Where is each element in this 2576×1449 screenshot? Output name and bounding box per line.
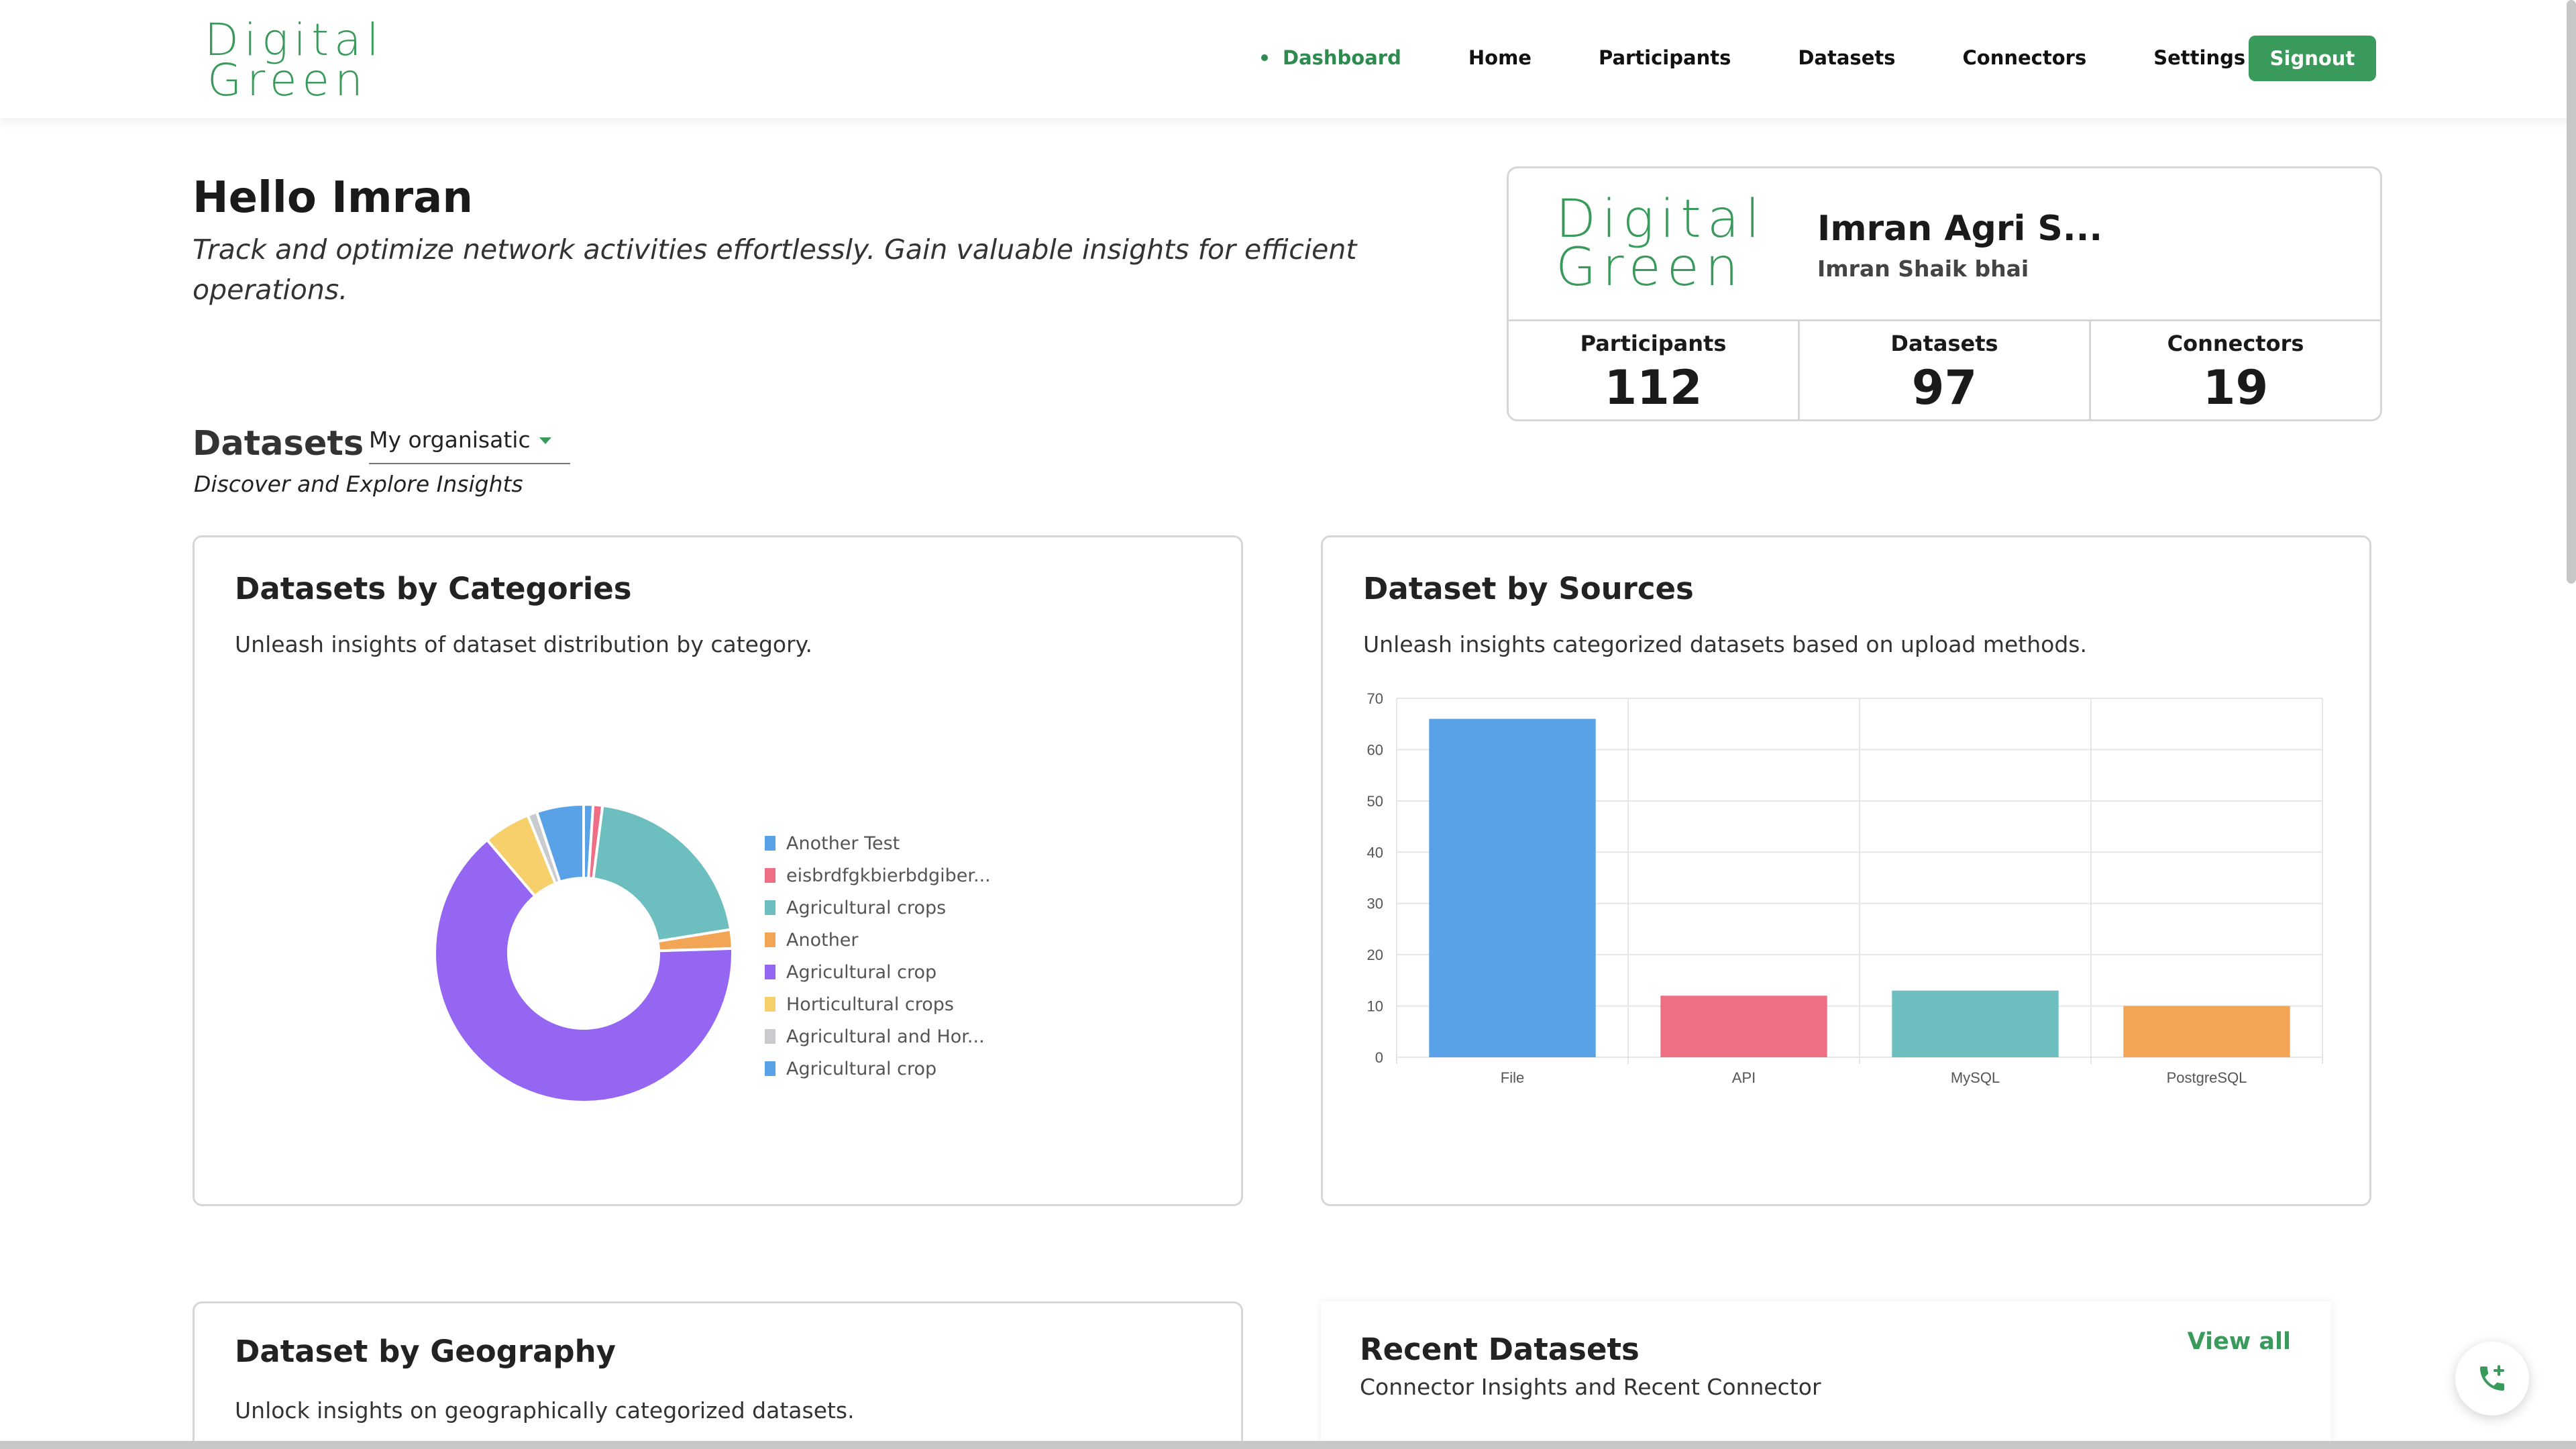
- legend-item[interactable]: eisbrdfgkbierbdgiber...: [765, 859, 991, 892]
- org-stats: Participants 112 Datasets 97 Connectors …: [1509, 319, 2380, 421]
- legend-swatch: [765, 965, 775, 979]
- vertical-scrollbar[interactable]: [2567, 0, 2576, 584]
- select-value: My organisatic: [369, 427, 530, 453]
- nav-settings[interactable]: Settings: [2153, 46, 2245, 69]
- y-tick-label: 40: [1367, 844, 1383, 861]
- horizontal-scrollbar[interactable]: [0, 1441, 2576, 1449]
- brand-logo[interactable]: Digital Green: [205, 18, 419, 106]
- legend-swatch: [765, 868, 775, 883]
- org-logo-line-1: Digital: [1556, 189, 1766, 250]
- stat-datasets: Datasets 97: [1800, 321, 2091, 421]
- card-subtitle: Unleash insights of dataset distribution…: [235, 631, 812, 657]
- bar-postgresql[interactable]: [2123, 1006, 2290, 1057]
- legend-label: Agricultural crop: [786, 961, 937, 983]
- card-subtitle: Unleash insights categorized datasets ba…: [1363, 631, 2087, 657]
- nav-dashboard[interactable]: Dashboard: [1261, 46, 1401, 69]
- categories-legend: Another Test eisbrdfgkbierbdgiber... Agric…: [765, 827, 991, 1085]
- legend-swatch: [765, 836, 775, 851]
- y-tick-label: 10: [1367, 998, 1383, 1015]
- nav-datasets[interactable]: Datasets: [1798, 46, 1895, 69]
- stat-label: Datasets: [1890, 331, 1998, 356]
- datasets-by-categories-card: Datasets by Categories Unleash insights …: [193, 535, 1243, 1206]
- bar-mysql[interactable]: [1892, 990, 2059, 1057]
- legend-item[interactable]: Agricultural crops: [765, 892, 991, 924]
- datasets-section-subtitle: Discover and Explore Insights: [194, 471, 523, 497]
- stat-label: Connectors: [2167, 331, 2304, 356]
- legend-swatch: [765, 1061, 775, 1076]
- organisation-user: Imran Shaik bhai: [1817, 256, 2029, 282]
- sources-bar-chart: 0 10 20 30 40 50 60 70 File API MySQL PostgreSQL: [1367, 690, 2323, 1086]
- organisation-filter-select[interactable]: My organisatic: [369, 427, 570, 464]
- organisation-name: Imran Agri S...: [1817, 209, 2103, 249]
- card-subtitle: Unlock insights on geographically catego…: [235, 1397, 855, 1424]
- page-title: Hello Imran: [193, 173, 473, 223]
- legend-swatch: [765, 1029, 775, 1044]
- page-subtitle: Track and optimize network activities ef…: [193, 233, 1357, 306]
- phone-plus-icon: [2480, 1365, 2504, 1391]
- legend-label: Agricultural crop: [786, 1058, 937, 1079]
- legend-item[interactable]: Agricultural and Hor...: [765, 1020, 991, 1053]
- legend-item[interactable]: Another: [765, 924, 991, 956]
- y-tick-label: 60: [1367, 741, 1383, 758]
- view-all-link[interactable]: View all: [2188, 1328, 2291, 1355]
- y-tick-label: 70: [1367, 690, 1383, 707]
- donut-slice-2[interactable]: [592, 804, 733, 943]
- legend-label: Another: [786, 929, 859, 951]
- legend-swatch: [765, 900, 775, 915]
- stat-value: 112: [1604, 360, 1703, 415]
- y-tick-label: 0: [1375, 1049, 1383, 1066]
- card-title: Recent Datasets: [1360, 1332, 1640, 1367]
- legend-label: Agricultural and Hor...: [786, 1026, 985, 1047]
- stat-value: 19: [2202, 360, 2269, 415]
- categories-donut-chart: [433, 802, 734, 1104]
- legend-label: Horticultural crops: [786, 994, 954, 1015]
- nav-home[interactable]: Home: [1468, 46, 1532, 69]
- nav-connectors[interactable]: Connectors: [1963, 46, 2087, 69]
- legend-label: eisbrdfgkbierbdgiber...: [786, 865, 991, 886]
- dataset-by-geography-card: Dataset by Geography Unlock insights on …: [193, 1301, 1243, 1449]
- legend-item[interactable]: Agricultural crop: [765, 1053, 991, 1085]
- organisation-card: Digital Green Imran Agri S... Imran Shai…: [1507, 166, 2382, 421]
- legend-swatch: [765, 932, 775, 947]
- organisation-logo: Digital Green: [1556, 189, 1766, 298]
- x-tick-label: MySQL: [1951, 1069, 2000, 1086]
- stat-participants: Participants 112: [1509, 321, 1800, 421]
- stat-connectors: Connectors 19: [2091, 321, 2380, 421]
- bar-file[interactable]: [1429, 718, 1596, 1057]
- legend-label: Another Test: [786, 833, 900, 854]
- card-title: Dataset by Geography: [235, 1334, 616, 1369]
- top-navbar: Digital Green Dashboard Home Participant…: [0, 0, 2576, 118]
- x-tick-label: API: [1732, 1069, 1756, 1086]
- stat-value: 97: [1911, 360, 1978, 415]
- legend-label: Agricultural crops: [786, 897, 947, 918]
- legend-item[interactable]: Another Test: [765, 827, 991, 859]
- card-title: Datasets by Categories: [235, 571, 632, 606]
- logo-line-2: Green: [207, 54, 368, 106]
- card-subtitle: Connector Insights and Recent Connector: [1360, 1374, 1821, 1400]
- datasets-section-title: Datasets: [193, 424, 364, 464]
- main-nav: Dashboard Home Participants Datasets Con…: [1261, 35, 2312, 80]
- y-tick-label: 20: [1367, 947, 1383, 963]
- chevron-down-icon: [539, 437, 551, 444]
- legend-swatch: [765, 997, 775, 1012]
- recent-datasets-card: Recent Datasets Connector Insights and R…: [1321, 1301, 2331, 1449]
- legend-item[interactable]: Horticultural crops: [765, 988, 991, 1020]
- dataset-by-sources-card: Dataset by Sources Unleash insights cate…: [1321, 535, 2371, 1206]
- card-title: Dataset by Sources: [1363, 571, 1694, 606]
- y-tick-label: 50: [1367, 793, 1383, 810]
- stat-label: Participants: [1580, 331, 1727, 356]
- y-tick-label: 30: [1367, 896, 1383, 912]
- nav-participants[interactable]: Participants: [1599, 46, 1731, 69]
- x-tick-label: File: [1501, 1069, 1524, 1086]
- support-call-button[interactable]: [2455, 1342, 2529, 1415]
- org-logo-line-2: Green: [1556, 237, 1745, 298]
- x-tick-label: PostgreSQL: [2167, 1069, 2247, 1086]
- bar-api[interactable]: [1660, 996, 1827, 1057]
- active-indicator-dot: [1261, 54, 1268, 61]
- signout-button[interactable]: Signout: [2249, 36, 2376, 81]
- legend-item[interactable]: Agricultural crop: [765, 956, 991, 988]
- nav-label: Dashboard: [1283, 46, 1401, 69]
